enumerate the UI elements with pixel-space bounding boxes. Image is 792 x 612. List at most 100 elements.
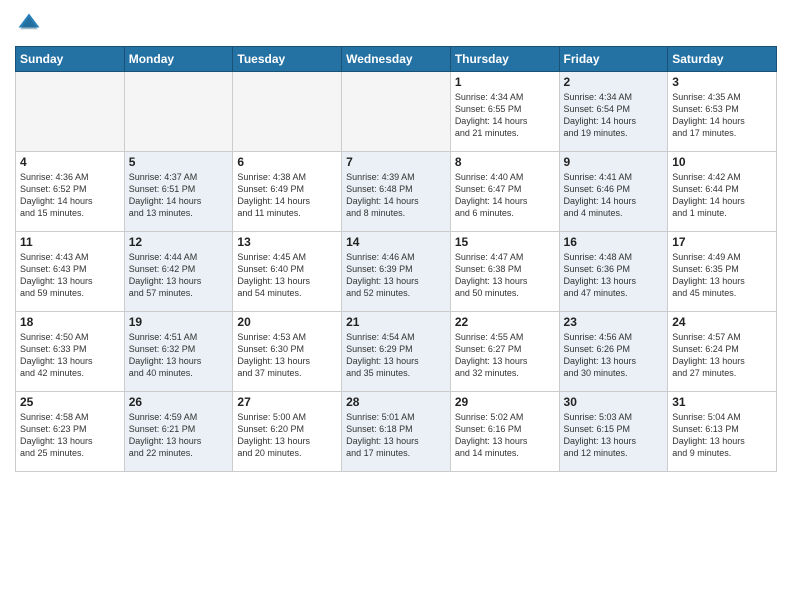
day-header-monday: Monday — [124, 47, 233, 72]
calendar-cell: 29Sunrise: 5:02 AM Sunset: 6:16 PM Dayli… — [450, 392, 559, 472]
day-header-tuesday: Tuesday — [233, 47, 342, 72]
day-number: 25 — [20, 395, 120, 409]
cell-info: Sunrise: 4:48 AM Sunset: 6:36 PM Dayligh… — [564, 251, 664, 300]
cell-info: Sunrise: 4:53 AM Sunset: 6:30 PM Dayligh… — [237, 331, 337, 380]
cell-info: Sunrise: 4:49 AM Sunset: 6:35 PM Dayligh… — [672, 251, 772, 300]
day-number: 7 — [346, 155, 446, 169]
day-number: 26 — [129, 395, 229, 409]
calendar-cell: 10 Sunrise: 4:42 AM Sunset: 6:44 PM Dayli… — [668, 152, 777, 232]
logo — [15, 10, 47, 38]
day-number: 27 — [237, 395, 337, 409]
day-number: 18 — [20, 315, 120, 329]
calendar-cell: 14 Sunrise: 4:46 AM Sunset: 6:39 PM Dayli… — [342, 232, 451, 312]
cell-info: Sunrise: 5:03 AM Sunset: 6:15 PM Dayligh… — [564, 411, 664, 460]
cell-info: Sunrise: 4:54 AM Sunset: 6:29 PM Dayligh… — [346, 331, 446, 380]
day-number: 3 — [672, 75, 772, 89]
day-number: 2 — [564, 75, 664, 89]
cell-info: Sunrise: 4:39 AM Sunset: 6:48 PM Dayligh… — [346, 171, 446, 220]
cell-info: Sunrise: 4:57 AM Sunset: 6:24 PM Dayligh… — [672, 331, 772, 380]
cell-info: Sunrise: 4:55 AM Sunset: 6:27 PM Dayligh… — [455, 331, 555, 380]
cell-info: Sunrise: 5:01 AM Sunset: 6:18 PM Dayligh… — [346, 411, 446, 460]
day-number: 13 — [237, 235, 337, 249]
day-number: 24 — [672, 315, 772, 329]
calendar-cell: 20 Sunrise: 4:53 AM Sunset: 6:30 PM Dayli… — [233, 312, 342, 392]
calendar-cell: 24 Sunrise: 4:57 AM Sunset: 6:24 PM Dayli… — [668, 312, 777, 392]
calendar-cell: 31 Sunrise: 5:04 AM Sunset: 6:13 PM Dayli… — [668, 392, 777, 472]
day-number: 17 — [672, 235, 772, 249]
cell-info: Sunrise: 4:58 AM Sunset: 6:23 PM Dayligh… — [20, 411, 120, 460]
day-number: 22 — [455, 315, 555, 329]
cell-info: Sunrise: 4:59 AM Sunset: 6:21 PM Dayligh… — [129, 411, 229, 460]
day-number: 15 — [455, 235, 555, 249]
day-number: 11 — [20, 235, 120, 249]
calendar-cell: 25 Sunrise: 4:58 AM Sunset: 6:23 PM Dayli… — [16, 392, 125, 472]
day-number: 16 — [564, 235, 664, 249]
calendar-week-2: 4 Sunrise: 4:36 AM Sunset: 6:52 PM Daylig… — [16, 152, 777, 232]
calendar-week-4: 18 Sunrise: 4:50 AM Sunset: 6:33 PM Dayli… — [16, 312, 777, 392]
day-header-saturday: Saturday — [668, 47, 777, 72]
calendar-cell: 21 Sunrise: 4:54 AM Sunset: 6:29 PM Dayli… — [342, 312, 451, 392]
cell-info: Sunrise: 4:34 AM Sunset: 6:55 PM Dayligh… — [455, 91, 555, 140]
day-header-friday: Friday — [559, 47, 668, 72]
day-number: 12 — [129, 235, 229, 249]
calendar-cell: 12Sunrise: 4:44 AM Sunset: 6:42 PM Dayli… — [124, 232, 233, 312]
day-number: 20 — [237, 315, 337, 329]
header — [15, 10, 777, 38]
calendar-cell: 22 Sunrise: 4:55 AM Sunset: 6:27 PM Dayli… — [450, 312, 559, 392]
calendar-week-3: 11 Sunrise: 4:43 AM Sunset: 6:43 PM Dayli… — [16, 232, 777, 312]
day-number: 19 — [129, 315, 229, 329]
calendar-week-5: 25 Sunrise: 4:58 AM Sunset: 6:23 PM Dayli… — [16, 392, 777, 472]
calendar-table: SundayMondayTuesdayWednesdayThursdayFrid… — [15, 46, 777, 472]
calendar-cell — [16, 72, 125, 152]
day-number: 6 — [237, 155, 337, 169]
calendar-cell: 9 Sunrise: 4:41 AM Sunset: 6:46 PM Daylig… — [559, 152, 668, 232]
calendar-cell: 18 Sunrise: 4:50 AM Sunset: 6:33 PM Dayli… — [16, 312, 125, 392]
calendar-cell: 23 Sunrise: 4:56 AM Sunset: 6:26 PM Dayli… — [559, 312, 668, 392]
day-number: 5 — [129, 155, 229, 169]
day-number: 23 — [564, 315, 664, 329]
cell-info: Sunrise: 4:46 AM Sunset: 6:39 PM Dayligh… — [346, 251, 446, 300]
calendar-cell: 17 Sunrise: 4:49 AM Sunset: 6:35 PM Dayli… — [668, 232, 777, 312]
cell-info: Sunrise: 4:34 AM Sunset: 6:54 PM Dayligh… — [564, 91, 664, 140]
calendar-cell: 26 Sunrise: 4:59 AM Sunset: 6:21 PM Dayli… — [124, 392, 233, 472]
cell-info: Sunrise: 4:50 AM Sunset: 6:33 PM Dayligh… — [20, 331, 120, 380]
day-number: 21 — [346, 315, 446, 329]
calendar-cell — [124, 72, 233, 152]
day-number: 31 — [672, 395, 772, 409]
cell-info: Sunrise: 4:40 AM Sunset: 6:47 PM Dayligh… — [455, 171, 555, 220]
day-number: 10 — [672, 155, 772, 169]
day-number: 9 — [564, 155, 664, 169]
cell-info: Sunrise: 4:36 AM Sunset: 6:52 PM Dayligh… — [20, 171, 120, 220]
calendar-cell: 5Sunrise: 4:37 AM Sunset: 6:51 PM Daylig… — [124, 152, 233, 232]
calendar-header-row: SundayMondayTuesdayWednesdayThursdayFrid… — [16, 47, 777, 72]
calendar-cell: 30 Sunrise: 5:03 AM Sunset: 6:15 PM Dayli… — [559, 392, 668, 472]
cell-info: Sunrise: 4:42 AM Sunset: 6:44 PM Dayligh… — [672, 171, 772, 220]
page: SundayMondayTuesdayWednesdayThursdayFrid… — [0, 0, 792, 612]
day-number: 4 — [20, 155, 120, 169]
day-number: 8 — [455, 155, 555, 169]
calendar-cell: 27 Sunrise: 5:00 AM Sunset: 6:20 PM Dayli… — [233, 392, 342, 472]
cell-info: Sunrise: 5:00 AM Sunset: 6:20 PM Dayligh… — [237, 411, 337, 460]
cell-info: Sunrise: 4:51 AM Sunset: 6:32 PM Dayligh… — [129, 331, 229, 380]
cell-info: Sunrise: 4:43 AM Sunset: 6:43 PM Dayligh… — [20, 251, 120, 300]
calendar-cell: 16 Sunrise: 4:48 AM Sunset: 6:36 PM Dayli… — [559, 232, 668, 312]
calendar-cell: 15Sunrise: 4:47 AM Sunset: 6:38 PM Dayli… — [450, 232, 559, 312]
day-header-sunday: Sunday — [16, 47, 125, 72]
calendar-cell: 7 Sunrise: 4:39 AM Sunset: 6:48 PM Daylig… — [342, 152, 451, 232]
calendar-cell: 19 Sunrise: 4:51 AM Sunset: 6:32 PM Dayli… — [124, 312, 233, 392]
day-number: 1 — [455, 75, 555, 89]
calendar-cell — [233, 72, 342, 152]
cell-info: Sunrise: 5:04 AM Sunset: 6:13 PM Dayligh… — [672, 411, 772, 460]
calendar-cell — [342, 72, 451, 152]
day-number: 14 — [346, 235, 446, 249]
calendar-cell: 1 Sunrise: 4:34 AM Sunset: 6:55 PM Daylig… — [450, 72, 559, 152]
cell-info: Sunrise: 4:41 AM Sunset: 6:46 PM Dayligh… — [564, 171, 664, 220]
calendar-cell: 6Sunrise: 4:38 AM Sunset: 6:49 PM Daylig… — [233, 152, 342, 232]
day-header-thursday: Thursday — [450, 47, 559, 72]
calendar-cell: 8 Sunrise: 4:40 AM Sunset: 6:47 PM Daylig… — [450, 152, 559, 232]
calendar-cell: 2 Sunrise: 4:34 AM Sunset: 6:54 PM Daylig… — [559, 72, 668, 152]
cell-info: Sunrise: 4:56 AM Sunset: 6:26 PM Dayligh… — [564, 331, 664, 380]
day-number: 30 — [564, 395, 664, 409]
calendar-cell: 13Sunrise: 4:45 AM Sunset: 6:40 PM Dayli… — [233, 232, 342, 312]
calendar-week-1: 1 Sunrise: 4:34 AM Sunset: 6:55 PM Daylig… — [16, 72, 777, 152]
